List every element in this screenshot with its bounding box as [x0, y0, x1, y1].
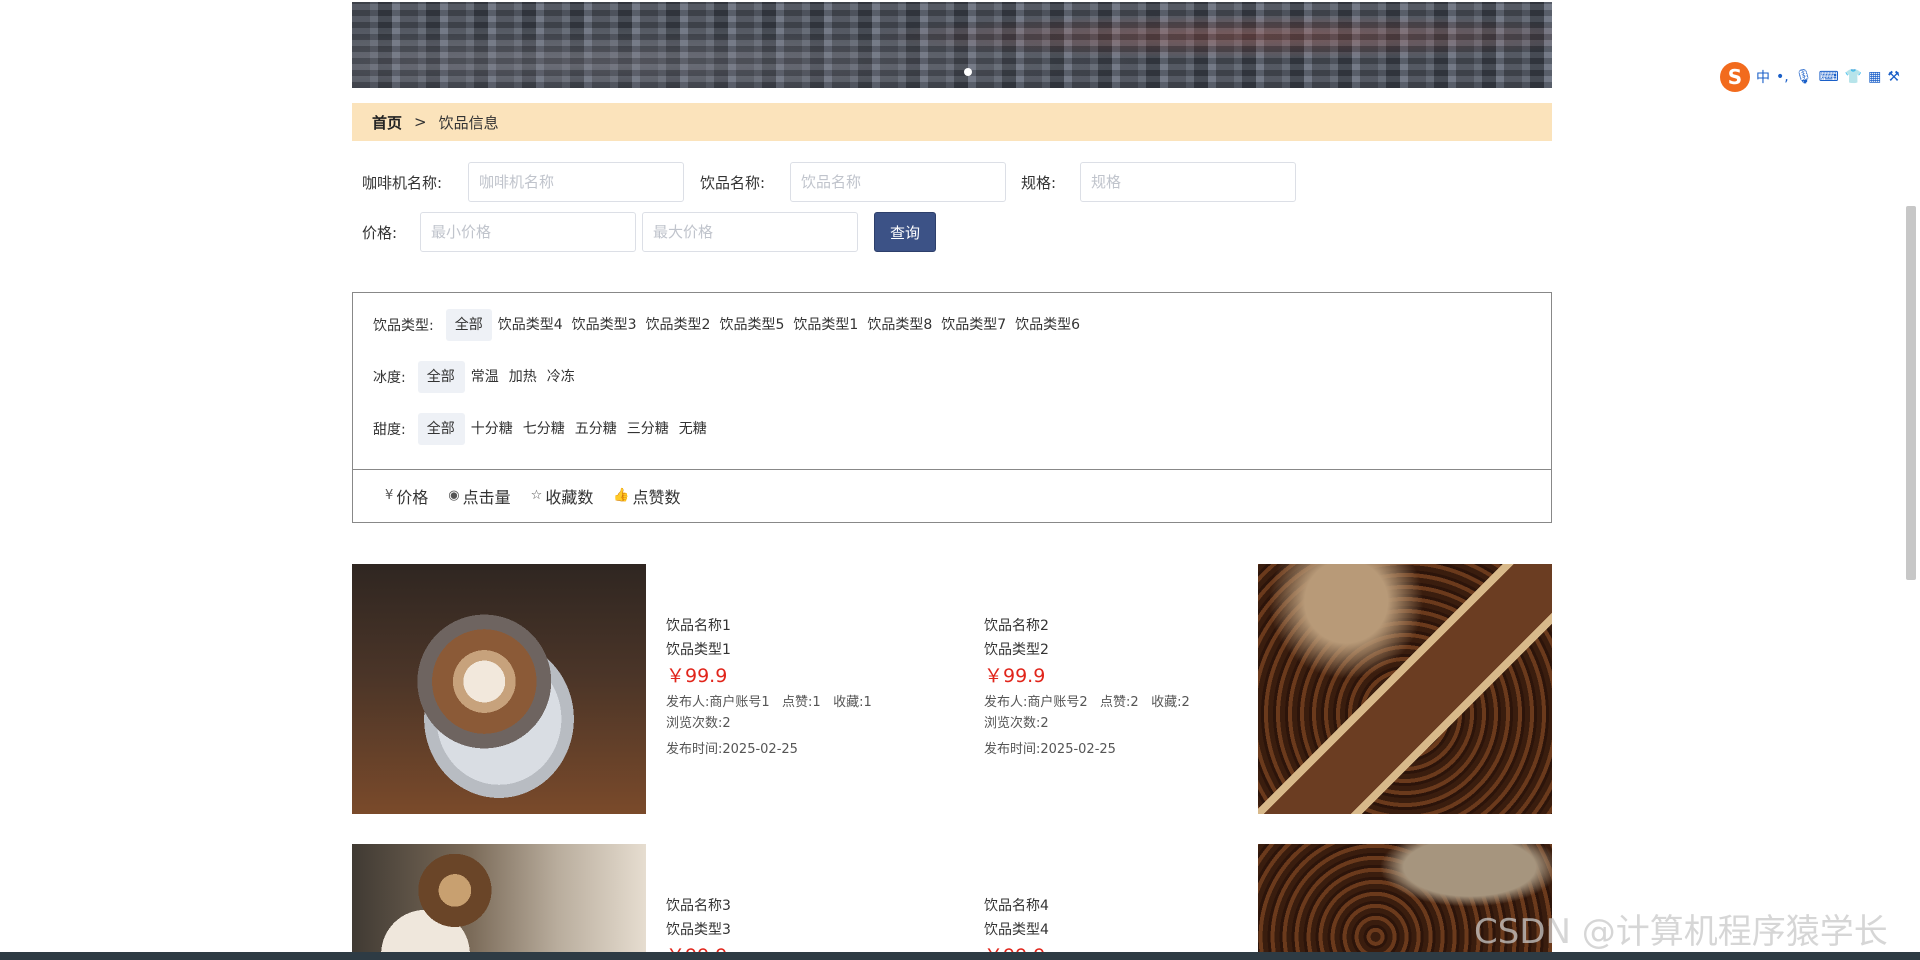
ime-toolbar[interactable]: S 中 •, 🎙 ⌨ 👕 ▦ ⚒	[1718, 62, 1920, 92]
machine-name-input[interactable]	[468, 162, 684, 202]
sort-label: 点击量	[462, 487, 511, 507]
product-meta: 发布人:商户账号2 点赞:2 收藏:2	[984, 695, 1190, 710]
breadcrumb-separator: >	[414, 113, 427, 131]
sogou-logo-icon[interactable]: S	[1720, 62, 1750, 92]
thumb-up-icon: 👍	[613, 488, 630, 503]
ice-option[interactable]: 加热	[509, 361, 547, 393]
sweet-option[interactable]: 无糖	[679, 413, 717, 445]
sort-bar: ¥ 价格 ◉ 点击量 ☆ 收藏数 👍 点赞数	[352, 469, 1552, 523]
product-card-1[interactable]: 饮品名称1 饮品类型1 ￥99.9 发布人:商户账号1 点赞:1 收藏:1 浏览…	[666, 614, 872, 760]
product-name: 饮品名称3	[666, 898, 731, 914]
product-name: 饮品名称2	[984, 618, 1049, 634]
type-option[interactable]: 饮品类型2	[646, 309, 720, 341]
chinese-mode-icon[interactable]: 中	[1756, 67, 1770, 87]
type-option[interactable]: 饮品类型4	[498, 309, 572, 341]
breadcrumb-home-link[interactable]: 首页	[372, 112, 402, 133]
punctuation-icon[interactable]: •,	[1776, 69, 1789, 85]
carousel-dot[interactable]	[964, 68, 972, 76]
type-option[interactable]: 饮品类型7	[941, 309, 1015, 341]
ice-option[interactable]: 冷冻	[547, 361, 585, 393]
eye-icon: ◉	[448, 488, 460, 503]
drink-name-label: 饮品名称:	[700, 174, 766, 192]
type-option[interactable]: 全部	[445, 309, 492, 341]
sweet-option[interactable]: 十分糖	[471, 413, 523, 445]
type-option[interactable]: 饮品类型6	[1015, 309, 1089, 341]
type-option[interactable]: 饮品类型8	[867, 309, 941, 341]
sweetness-filter: 甜度: 全部 十分糖 七分糖 五分糖 三分糖 无糖	[373, 413, 717, 445]
keyboard-icon[interactable]: ⌨	[1819, 69, 1839, 85]
machine-name-label: 咖啡机名称:	[362, 174, 443, 192]
skin-icon[interactable]: 👕	[1845, 69, 1862, 85]
min-price-input[interactable]	[420, 212, 636, 252]
product-type: 饮品类型1	[666, 642, 731, 658]
product-type: 饮品类型4	[984, 922, 1049, 938]
sort-price-button[interactable]: ¥ 价格	[385, 484, 428, 508]
drink-type-label: 饮品类型:	[373, 318, 434, 334]
product-name: 饮品名称4	[984, 898, 1049, 914]
toolbox-icon[interactable]: ⚒	[1887, 69, 1900, 85]
product-type: 饮品类型3	[666, 922, 731, 938]
product-card-3[interactable]: 饮品名称3 饮品类型3 ￥99.9	[666, 894, 731, 960]
star-icon: ☆	[530, 488, 543, 503]
type-option[interactable]: 饮品类型3	[572, 309, 646, 341]
query-button[interactable]: 查询	[874, 212, 936, 252]
breadcrumb-current: 饮品信息	[438, 113, 499, 132]
product-date: 发布时间:2025-02-25	[666, 742, 798, 757]
product-card-2[interactable]: 饮品名称2 饮品类型2 ￥99.9 发布人:商户账号2 点赞:2 收藏:2 浏览…	[984, 614, 1190, 760]
breadcrumb: 首页 > 饮品信息	[352, 103, 1552, 141]
yen-icon: ¥	[385, 488, 394, 503]
taskbar-strip	[0, 952, 1920, 960]
watermark: CSDN @计算机程序猿学长	[1474, 912, 1888, 952]
product-price: ￥99.9	[666, 665, 728, 687]
product-date: 发布时间:2025-02-25	[984, 742, 1116, 757]
product-image[interactable]	[352, 844, 646, 960]
page: S 中 •, 🎙 ⌨ 👕 ▦ ⚒ 首页 > 饮品信息 咖啡机名称: 饮品名称: …	[0, 0, 1920, 960]
product-type: 饮品类型2	[984, 642, 1049, 658]
ice-label: 冰度:	[373, 370, 406, 386]
sweet-option[interactable]: 七分糖	[523, 413, 575, 445]
product-image[interactable]	[1258, 564, 1552, 814]
product-views: 浏览次数:2	[984, 716, 1049, 731]
ice-option[interactable]: 全部	[417, 361, 465, 393]
spec-input[interactable]	[1080, 162, 1296, 202]
product-name: 饮品名称1	[666, 618, 731, 634]
drink-type-filter: 饮品类型: 全部 饮品类型4 饮品类型3 饮品类型2 饮品类型5 饮品类型1 饮…	[373, 309, 1089, 341]
sort-likes-button[interactable]: 👍 点赞数	[613, 484, 680, 508]
product-meta: 发布人:商户账号1 点赞:1 收藏:1	[666, 695, 872, 710]
type-option[interactable]: 饮品类型1	[793, 309, 867, 341]
sort-label: 价格	[396, 487, 429, 507]
ice-option[interactable]: 常温	[471, 361, 509, 393]
scrollbar-thumb[interactable]	[1906, 206, 1916, 580]
price-label: 价格:	[362, 224, 398, 242]
max-price-input[interactable]	[642, 212, 858, 252]
product-views: 浏览次数:2	[666, 716, 731, 731]
sweet-option[interactable]: 全部	[417, 413, 465, 445]
product-price: ￥99.9	[984, 665, 1046, 687]
ice-filter: 冰度: 全部 常温 加热 冷冻	[373, 361, 585, 393]
product-card-4[interactable]: 饮品名称4 饮品类型4 ￥99.9	[984, 894, 1049, 960]
spec-label: 规格:	[1021, 174, 1057, 192]
sweetness-label: 甜度:	[373, 422, 406, 438]
drink-name-input[interactable]	[790, 162, 1006, 202]
filter-panel: 饮品类型: 全部 饮品类型4 饮品类型3 饮品类型2 饮品类型5 饮品类型1 饮…	[352, 292, 1552, 470]
grid-icon[interactable]: ▦	[1868, 69, 1881, 85]
product-image[interactable]	[352, 564, 646, 814]
sort-label: 点赞数	[632, 487, 681, 507]
hero-banner[interactable]	[352, 2, 1552, 88]
sort-label: 收藏数	[545, 487, 594, 507]
sweet-option[interactable]: 五分糖	[575, 413, 627, 445]
sort-clicks-button[interactable]: ◉ 点击量	[448, 484, 510, 508]
microphone-icon[interactable]: 🎙	[1795, 69, 1813, 85]
sweet-option[interactable]: 三分糖	[627, 413, 679, 445]
type-option[interactable]: 饮品类型5	[719, 309, 793, 341]
sort-favorites-button[interactable]: ☆ 收藏数	[531, 484, 594, 508]
